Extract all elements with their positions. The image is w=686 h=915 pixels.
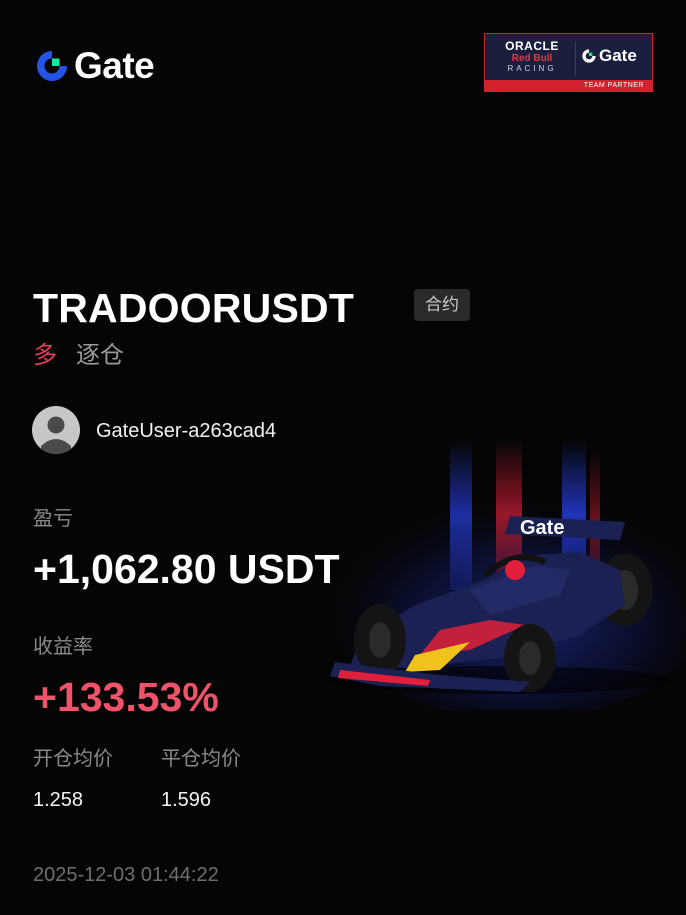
close-price-value: 1.596: [161, 789, 212, 811]
username: GateUser-a263cad4: [96, 420, 277, 442]
user-avatar-icon: [32, 406, 80, 454]
open-price-label: 开仓均价: [33, 748, 113, 770]
team-partner-badge: ORACLE Red Bull RACING Gate TEAM PARTNER: [484, 33, 653, 92]
open-price-value: 1.258: [33, 789, 84, 811]
pnl-label: 盈亏: [33, 508, 73, 530]
car-livery-text: Gate: [520, 517, 564, 539]
roi-value: +133.53%: [33, 674, 219, 720]
badge-divider: [575, 42, 576, 76]
partner-gate-logo: Gate: [581, 46, 637, 66]
trading-pair: TRADOORUSDT: [33, 285, 355, 331]
gate-logo-icon: [37, 51, 67, 81]
roi-label: 收益率: [33, 636, 93, 658]
racing-team-logo: ORACLE Red Bull RACING: [505, 39, 559, 74]
team-partner-caption: TEAM PARTNER: [485, 80, 652, 91]
gate-logo: Gate: [34, 45, 155, 86]
pnl-value: +1,062.80 USDT: [33, 546, 340, 592]
brand-name: Gate: [74, 45, 155, 86]
timestamp: 2025-12-03 01:44:22: [33, 864, 219, 886]
contract-type-tag: 合约: [414, 289, 470, 321]
margin-mode: 逐仓: [76, 342, 124, 369]
gate-logo-icon: [582, 49, 596, 63]
race-car-illustration: Gate: [330, 440, 686, 710]
position-side: 多: [33, 342, 57, 369]
close-price-label: 平仓均价: [161, 748, 241, 770]
person-icon: [41, 416, 71, 454]
